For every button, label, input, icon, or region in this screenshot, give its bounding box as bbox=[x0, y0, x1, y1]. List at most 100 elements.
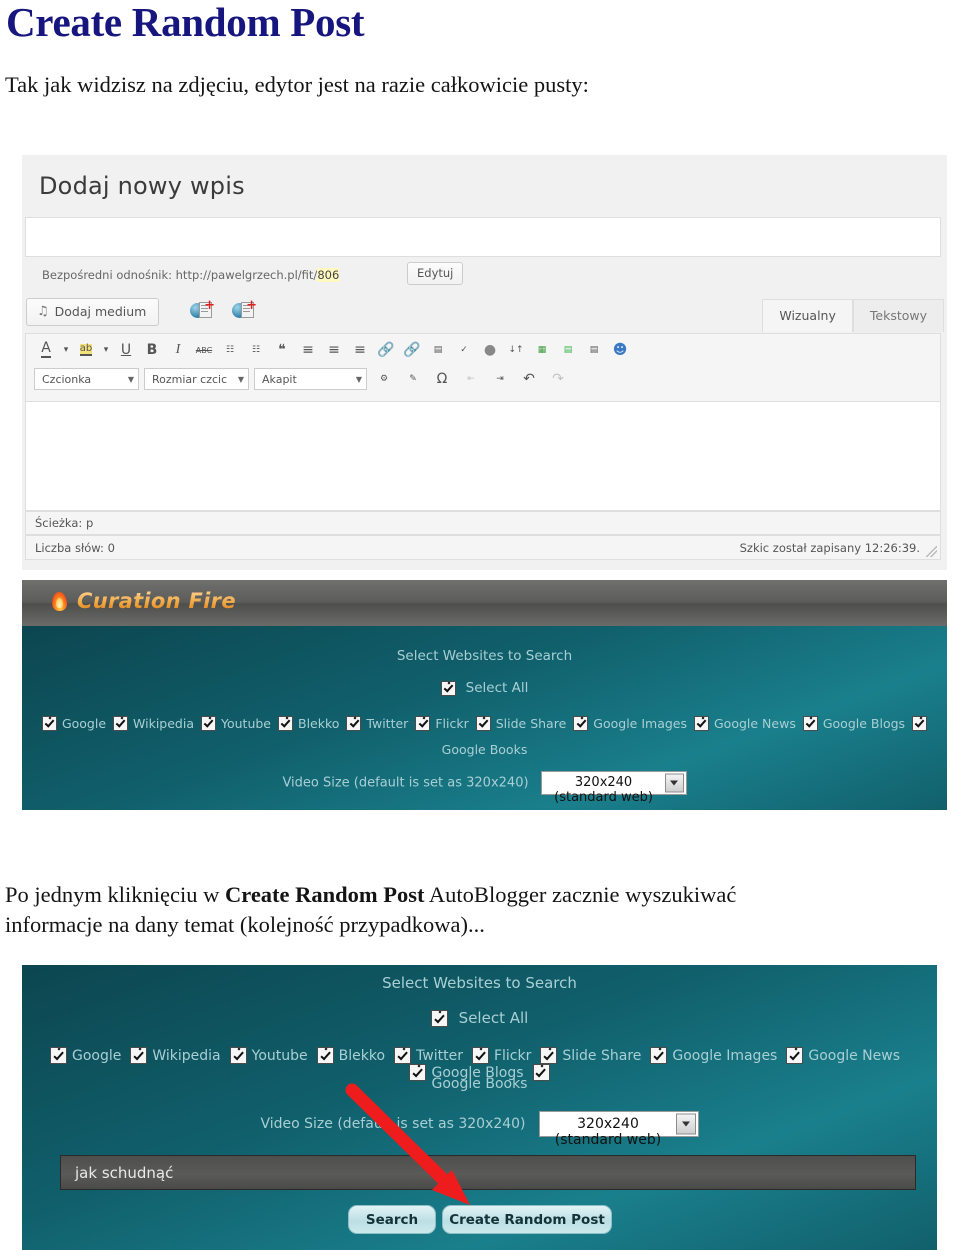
permalink-id: 806 bbox=[317, 268, 340, 282]
site-label: Wikipedia bbox=[133, 716, 194, 731]
fullscreen-icon[interactable]: ↓↑ bbox=[504, 338, 528, 362]
site-checkbox-item: Twitter bbox=[346, 716, 408, 731]
site-checkbox-twitter[interactable] bbox=[346, 716, 362, 731]
bullet-list-icon[interactable]: ☷ bbox=[218, 338, 242, 362]
editor-path-status: Ścieżka: p bbox=[25, 511, 941, 535]
highlight-color-dropdown-icon[interactable]: ▾ bbox=[100, 338, 112, 362]
resize-handle-icon[interactable] bbox=[926, 546, 937, 557]
site-checkbox-item: Slide Share bbox=[475, 716, 566, 731]
video-size-dropdown[interactable]: 320x240 (standard web) bbox=[540, 771, 687, 805]
add-media-button[interactable]: ♫ Dodaj medium bbox=[26, 298, 160, 326]
redo-icon[interactable]: ↷ bbox=[546, 367, 570, 391]
site-checkbox-slide-share[interactable] bbox=[540, 1047, 558, 1064]
align-right-icon[interactable]: ≡ bbox=[348, 338, 372, 362]
site-checkbox-google-news[interactable] bbox=[694, 716, 709, 731]
underline-icon[interactable]: U bbox=[114, 338, 138, 362]
search-button[interactable]: Search bbox=[348, 1205, 436, 1234]
curation-fire-logo: Curation Fire bbox=[50, 589, 236, 613]
curation-fire-body: Select Websites to Search Select All Goo… bbox=[22, 626, 947, 810]
color-blocks-icon[interactable]: ▦ bbox=[530, 338, 554, 362]
site-checkbox-item: Google bbox=[49, 1047, 121, 1064]
site-checkbox-youtube[interactable] bbox=[229, 1047, 247, 1064]
site-checkbox-google-books[interactable] bbox=[912, 716, 928, 731]
site-label: Blekko bbox=[298, 716, 340, 731]
insert-link-icon[interactable]: 🔗 bbox=[374, 338, 398, 362]
select-all-checkbox-bottom[interactable] bbox=[430, 1009, 448, 1027]
site-checkbox-item: Twitter bbox=[394, 1047, 463, 1064]
site-label: Google bbox=[61, 716, 107, 731]
site-checkbox-google[interactable] bbox=[49, 1047, 67, 1064]
search-input[interactable]: jak schudnąć bbox=[60, 1155, 916, 1190]
site-checkbox-google-news[interactable] bbox=[786, 1047, 804, 1064]
paragraph-bold-term: Create Random Post bbox=[224, 882, 425, 907]
site-checkbox-item: Blekko bbox=[316, 1047, 385, 1064]
site-checkbox-slide-share[interactable] bbox=[475, 716, 491, 731]
paragraph-format-select[interactable]: Akapit ▼ bbox=[254, 368, 367, 390]
site-label: Twitter bbox=[366, 716, 409, 731]
numbered-list-icon[interactable]: ☷ bbox=[244, 338, 268, 362]
help-icon[interactable]: ● bbox=[478, 338, 502, 362]
bold-icon[interactable]: B bbox=[140, 338, 164, 362]
add-video-globe-icon[interactable]: + bbox=[190, 299, 215, 323]
spellcheck-icon[interactable]: ✓ bbox=[452, 338, 476, 362]
special-character-icon[interactable]: Ω bbox=[430, 367, 454, 391]
site-checkbox-blekko[interactable] bbox=[278, 716, 293, 731]
remove-format-icon[interactable]: ⚙ bbox=[372, 367, 396, 391]
site-label: Slide Share bbox=[562, 1047, 642, 1064]
create-random-post-button[interactable]: Create Random Post bbox=[442, 1205, 612, 1234]
post-title-input[interactable] bbox=[25, 217, 941, 257]
site-checkbox-item: Google Blogs bbox=[802, 716, 905, 731]
site-checkbox-google-images[interactable] bbox=[573, 716, 589, 731]
add-article-globe-icon[interactable]: + bbox=[232, 299, 257, 323]
highlight-color-icon[interactable]: ab bbox=[74, 338, 98, 362]
site-checkbox-google[interactable] bbox=[41, 716, 57, 731]
editor-content-area[interactable] bbox=[25, 401, 941, 511]
align-left-icon[interactable]: ≡ bbox=[296, 338, 320, 362]
paragraph-text-pre: Po jednym kliknięciu w bbox=[5, 882, 225, 907]
site-checkbox-wikipedia[interactable] bbox=[130, 1047, 148, 1064]
draft-saved-label: Szkic został zapisany 12:26:39. bbox=[739, 541, 920, 555]
green-bars-icon[interactable]: ▤ bbox=[556, 338, 580, 362]
site-checkbox-youtube[interactable] bbox=[201, 716, 216, 731]
site-checkbox-item: Blekko bbox=[278, 716, 339, 731]
align-center-icon[interactable]: ≡ bbox=[322, 338, 346, 362]
site-checkbox-flickr[interactable] bbox=[415, 716, 431, 731]
site-checkbox-item: Youtube bbox=[201, 716, 271, 731]
curation-fire-panel-top: Curation Fire Select Websites to Search … bbox=[22, 580, 947, 810]
video-size-label-bottom: Video Size (default is set as 320x240) bbox=[260, 1116, 526, 1132]
site-checkbox-item: Wikipedia bbox=[113, 716, 194, 731]
tab-wizualny[interactable]: Wizualny bbox=[762, 299, 853, 332]
text-color-icon[interactable]: A bbox=[34, 338, 58, 362]
select-all-checkbox[interactable] bbox=[440, 680, 456, 696]
italic-icon[interactable]: I bbox=[166, 338, 190, 362]
lines-box-icon[interactable]: ▤ bbox=[582, 338, 606, 362]
font-family-select[interactable]: Czcionka ▼ bbox=[34, 368, 139, 390]
unlink-icon[interactable]: 🔗 bbox=[400, 338, 424, 362]
tab-tekstowy[interactable]: Tekstowy bbox=[852, 299, 944, 332]
site-checkbox-flickr[interactable] bbox=[471, 1047, 489, 1064]
outdent-icon[interactable]: ⇤ bbox=[459, 367, 483, 391]
video-size-dropdown-bottom[interactable]: 320x240 (standard web) bbox=[538, 1111, 699, 1148]
font-size-select[interactable]: Rozmiar czcic ▼ bbox=[144, 368, 249, 390]
blockquote-icon[interactable]: ❝ bbox=[270, 338, 294, 362]
site-checkbox-blekko[interactable] bbox=[316, 1047, 334, 1064]
site-checkbox-twitter[interactable] bbox=[394, 1047, 412, 1064]
explanation-paragraph: Po jednym kliknięciu w Create Random Pos… bbox=[5, 880, 825, 940]
site-label-google-books: Google Books bbox=[431, 1076, 528, 1092]
undo-icon[interactable]: ↶ bbox=[517, 367, 541, 391]
editor-heading: Dodaj nowy wpis bbox=[39, 172, 245, 200]
site-checkbox-google-images[interactable] bbox=[650, 1047, 668, 1064]
strikethrough-icon[interactable]: ABC bbox=[192, 338, 216, 362]
site-checkbox-google-blogs[interactable] bbox=[802, 716, 818, 731]
edit-permalink-button[interactable]: Edytuj bbox=[407, 262, 464, 285]
text-color-dropdown-icon[interactable]: ▾ bbox=[60, 338, 72, 362]
site-checkbox-item: Google News bbox=[786, 1047, 900, 1064]
select-all-label-bottom: Select All bbox=[458, 1009, 529, 1028]
video-size-row: Video Size (default is set as 320x240) 3… bbox=[22, 771, 947, 805]
read-more-icon[interactable]: ▤ bbox=[426, 338, 450, 362]
indent-icon[interactable]: ⇥ bbox=[488, 367, 512, 391]
curation-fire-panel-bottom: Select Websites to Search Select All Goo… bbox=[22, 965, 937, 1250]
site-checkbox-wikipedia[interactable] bbox=[113, 716, 129, 731]
eraser-icon[interactable]: ✎ bbox=[401, 367, 425, 391]
user-avatar-icon[interactable]: ☻ bbox=[608, 338, 632, 362]
